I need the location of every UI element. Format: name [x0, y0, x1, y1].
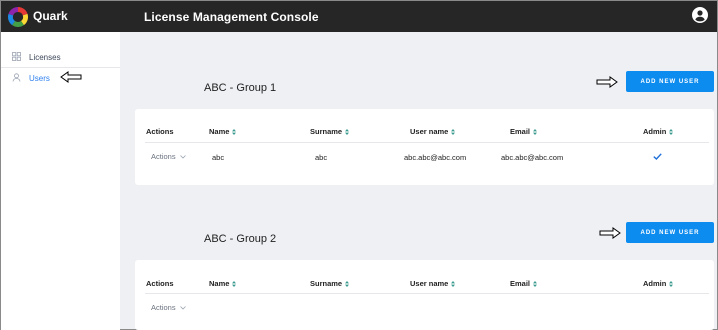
column-header-name[interactable]: Name [209, 279, 237, 288]
sort-icon[interactable] [451, 129, 456, 136]
column-header-username[interactable]: User name [410, 127, 456, 136]
cell-name: abc [212, 153, 225, 162]
sort-icon[interactable] [669, 281, 674, 288]
column-header-surname[interactable]: Surname [310, 127, 350, 136]
row-actions-dropdown[interactable]: Actions [151, 152, 186, 161]
pointer-arrow-right-icon [596, 76, 618, 88]
user-icon [12, 73, 21, 82]
admin-check-icon [653, 153, 662, 160]
chevron-down-icon [179, 306, 186, 310]
cell-username: abc.abc@abc.com [404, 153, 467, 162]
add-new-user-button[interactable]: ADD NEW USER [626, 222, 714, 243]
group-title: ABC - Group 2 [204, 233, 277, 245]
column-header-surname[interactable]: Surname [310, 279, 350, 288]
sort-icon[interactable] [533, 129, 538, 136]
group-users-table: Actions Name Surname User name Email Adm… [135, 109, 714, 185]
sort-icon[interactable] [232, 129, 237, 136]
group-title: ABC - Group 1 [204, 82, 277, 94]
sort-icon[interactable] [345, 129, 350, 136]
brand-name: Quark [33, 9, 68, 23]
grid-icon [12, 52, 21, 61]
row-actions-dropdown[interactable]: Actions [151, 303, 186, 312]
cell-surname: abc [315, 153, 328, 162]
column-header-actions: Actions [146, 279, 174, 288]
sidebar-item-label: Licenses [29, 53, 61, 62]
sort-icon[interactable] [451, 281, 456, 288]
header-divider [145, 293, 709, 294]
top-bar: Quark License Management Console [1, 1, 717, 32]
sort-icon[interactable] [345, 281, 350, 288]
sort-icon[interactable] [669, 129, 674, 136]
column-header-name[interactable]: Name [209, 127, 237, 136]
app-title: License Management Console [144, 10, 319, 24]
group-users-table: Actions Name Surname User name Email Adm… [135, 260, 714, 330]
chevron-down-icon [179, 155, 186, 159]
cell-email: abc.abc@abc.com [501, 153, 564, 162]
pointer-arrow-right-icon [599, 227, 621, 239]
quark-logo-icon[interactable] [8, 7, 28, 27]
sidebar-item-licenses[interactable]: Licenses [1, 46, 120, 68]
pointer-arrow-left-icon [60, 71, 82, 83]
column-header-email[interactable]: Email [510, 127, 538, 136]
sort-icon[interactable] [232, 281, 237, 288]
add-new-user-button[interactable]: ADD NEW USER [626, 71, 714, 92]
column-header-admin[interactable]: Admin [643, 127, 674, 136]
account-icon[interactable] [692, 7, 708, 23]
column-header-email[interactable]: Email [510, 279, 538, 288]
column-header-admin[interactable]: Admin [643, 279, 674, 288]
sidebar-item-label: Users [29, 74, 50, 83]
sort-icon[interactable] [533, 281, 538, 288]
column-header-username[interactable]: User name [410, 279, 456, 288]
header-divider [145, 142, 709, 143]
column-header-actions: Actions [146, 127, 174, 136]
